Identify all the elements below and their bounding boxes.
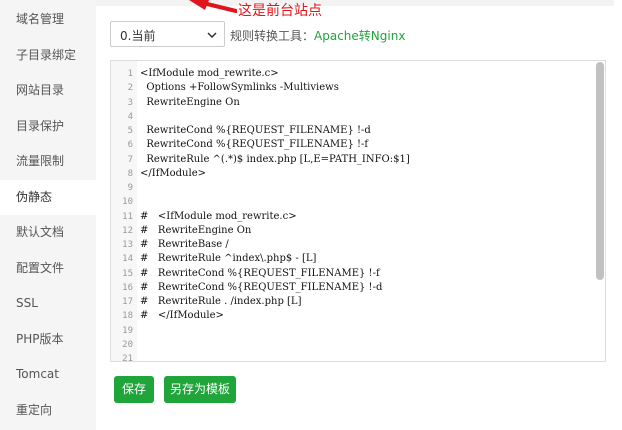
line-number: 6 [127,140,133,151]
line-number: 9 [127,183,133,193]
line-number: 12 [122,225,133,236]
line-number: 1 [127,69,133,79]
annotation-text: 这是前台站点 [238,3,322,19]
line-number: 19 [122,325,133,336]
code-line: 19 [111,324,410,338]
line-number: 15 [122,268,133,279]
code-text: RewriteEngine On [140,96,240,108]
rule-converter-prefix: 规则转换工具： [230,29,315,43]
code-line: 6 RewriteCond %{REQUEST_FILENAME} !-f [111,138,410,152]
code-editor[interactable]: 1 <IfModule mod_rewrite.c> 2 Options +Foll… [110,60,606,362]
code-line: 16 # RewriteCond %{REQUEST_FILENAME} !-d [111,281,410,295]
line-number: 21 [122,354,133,362]
sidebar-item-default-document[interactable]: 默认文档 [0,215,96,251]
code-line: 12 # RewriteEngine On [111,224,410,238]
code-text: RewriteRule ^(.*)$ index.php [L,E=PATH_I… [140,153,410,165]
code-text: # RewriteRule . /index.php [L] [140,296,302,307]
sidebar-item-domain-management[interactable]: 域名管理 [0,2,96,38]
rewrite-template-select-value: 0.当前 [120,29,156,43]
rule-converter-label: 规则转换工具：Apache转Nginx [230,27,405,44]
code-line: 15 # RewriteCond %{REQUEST_FILENAME} !-f [111,267,410,281]
code-line: 17 # RewriteRule . /index.php [L] [111,295,410,309]
rewrite-template-select[interactable]: 0.当前 [110,21,225,47]
line-number: 18 [122,311,133,322]
line-number: 11 [122,211,133,222]
line-number: 13 [122,240,133,250]
chevron-down-icon [207,32,217,38]
code-text: RewriteCond %{REQUEST_FILENAME} !-d [140,125,371,136]
code-line: 20 [111,338,410,352]
save-as-template-button[interactable]: 另存为模板 [164,376,236,403]
code-text: # RewriteRule ^index\.php$ - [L] [140,253,317,265]
sidebar-item-directory-protection[interactable]: 目录保护 [0,109,96,145]
editor-scrollbar[interactable] [596,62,604,280]
code-line: 3 RewriteEngine On [111,96,410,110]
sidebar-item-tomcat[interactable]: Tomcat [0,357,96,393]
line-number: 2 [127,83,133,94]
code-text: # RewriteCond %{REQUEST_FILENAME} !-d [140,281,383,293]
sidebar-item-redirect[interactable]: 重定向 [0,393,96,429]
code-line: 18 # </IfModule> [111,309,410,323]
line-number: 20 [122,339,133,350]
code-text: # </IfModule> [140,310,224,322]
code-text: # RewriteEngine On [140,224,252,236]
apache-to-nginx-link[interactable]: Apache转Nginx [314,29,405,43]
annotation-arrow-icon [189,0,237,13]
save-button[interactable]: 保存 [114,376,154,403]
line-number: 17 [122,297,133,307]
code-line: 5 RewriteCond %{REQUEST_FILENAME} !-d [111,124,410,138]
line-number: 7 [127,154,133,165]
code-text: # RewriteBase / [140,239,229,250]
line-number: 5 [127,126,133,136]
sidebar-item-config-file[interactable]: 配置文件 [0,251,96,287]
code-text: # <IfModule mod_rewrite.c> [140,210,297,222]
line-number: 8 [127,168,133,179]
code-line: 14 # RewriteRule ^index\.php$ - [L] [111,252,410,266]
code-line: 13 # RewriteBase / [111,238,410,252]
sidebar-item-site-directory[interactable]: 网站目录 [0,73,96,109]
sidebar-item-subdirectory-binding[interactable]: 子目录绑定 [0,38,96,74]
code-text: </IfModule> [140,167,206,179]
code-line: 9 [111,181,410,195]
code-line: 10 [111,195,410,209]
sidebar-item-php-version[interactable]: PHP版本 [0,322,96,358]
line-number: 16 [122,282,133,293]
code-text: <IfModule mod_rewrite.c> [140,68,279,79]
sidebar: 域名管理 子目录绑定 网站目录 目录保护 流量限制 伪静态 默认文档 配置文件 … [0,0,96,430]
code-line: 1 <IfModule mod_rewrite.c> [111,67,410,81]
code-line: 8 </IfModule> [111,167,410,181]
code-line: 2 Options +FollowSymlinks -Multiviews [111,81,410,95]
sidebar-item-ssl[interactable]: SSL [0,286,96,322]
code-line: 7 RewriteRule ^(.*)$ index.php [L,E=PATH… [111,153,410,167]
sidebar-item-traffic-limit[interactable]: 流量限制 [0,144,96,180]
code-line: 4 [111,110,410,124]
code-lines: 1 <IfModule mod_rewrite.c> 2 Options +Foll… [111,67,410,362]
line-number: 4 [127,111,133,122]
code-text: # RewriteCond %{REQUEST_FILENAME} !-f [140,267,380,279]
line-number: 14 [122,254,133,265]
top-divider [96,0,614,6]
line-number: 10 [122,197,133,208]
sidebar-item-rewrite[interactable]: 伪静态 [0,179,96,215]
code-text: RewriteCond %{REQUEST_FILENAME} !-f [140,139,369,151]
code-text: Options +FollowSymlinks -Multiviews [140,82,339,94]
line-number: 3 [127,97,133,108]
code-line: 21 [111,352,410,362]
code-line: 11 # <IfModule mod_rewrite.c> [111,210,410,224]
